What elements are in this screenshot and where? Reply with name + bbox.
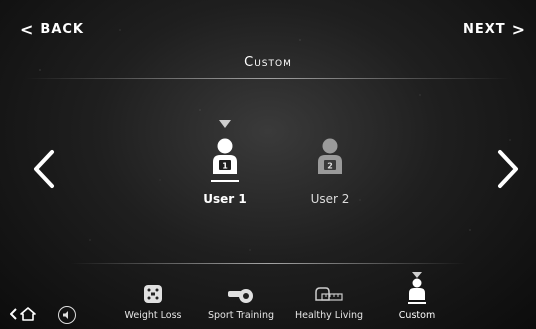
whistle-icon <box>228 289 253 303</box>
title-divider <box>25 78 511 79</box>
active-underline <box>408 302 426 304</box>
user-number: 2 <box>327 162 333 171</box>
next-button[interactable]: NEXT > <box>463 20 526 39</box>
home-icon <box>20 307 36 321</box>
tab-divider <box>70 263 466 264</box>
tape-measure-icon <box>315 287 343 301</box>
tab-weight-loss[interactable]: Weight Loss <box>110 272 196 321</box>
tab-label: Weight Loss <box>124 310 182 321</box>
sound-button[interactable] <box>58 306 76 324</box>
tab-label: Sport Training <box>207 310 274 321</box>
chevron-left-icon: < <box>20 20 35 39</box>
back-label: BACK <box>40 22 84 37</box>
speaker-icon <box>63 311 68 319</box>
next-label: NEXT <box>462 22 506 37</box>
user-icon <box>409 278 425 300</box>
back-button[interactable]: < BACK <box>20 20 84 39</box>
chevron-right-icon: > <box>511 20 526 39</box>
selected-marker-icon <box>219 120 231 128</box>
tab-custom[interactable]: Custom <box>374 272 460 321</box>
tab-sport-training[interactable]: Sport Training <box>198 272 284 321</box>
user-number: 1 <box>222 162 228 171</box>
user-avatar-icon: 2 <box>318 138 342 174</box>
user-avatar-icon: 1 <box>213 138 237 174</box>
previous-arrow-icon[interactable] <box>30 148 58 190</box>
user-label: User 2 <box>310 192 350 206</box>
scale-icon <box>144 285 162 303</box>
tab-healthy-living[interactable]: Healthy Living <box>286 272 372 321</box>
selected-underline <box>211 180 239 182</box>
tab-label: Custom <box>398 310 436 321</box>
chevron-left-icon <box>10 308 17 320</box>
tab-label: Healthy Living <box>294 310 364 321</box>
page-title: Custom <box>244 55 292 70</box>
user-1-button[interactable]: 1 User 1 <box>180 120 270 206</box>
program-tabs: Weight Loss Sport Training Healthy Livin… <box>110 272 460 321</box>
home-button[interactable] <box>10 307 36 321</box>
user-label: User 1 <box>203 192 247 206</box>
user-2-button[interactable]: 2 User 2 <box>285 120 375 206</box>
next-arrow-icon[interactable] <box>494 148 522 190</box>
